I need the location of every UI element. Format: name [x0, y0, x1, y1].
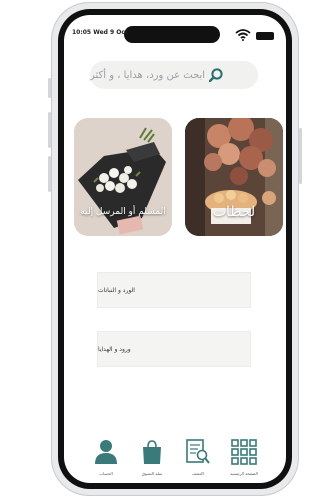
list-item-label: الورد و النباتات	[98, 286, 135, 294]
search-bar[interactable]: ابحث عن ورد، هدايا ، و أكثر	[90, 61, 258, 89]
list-item-roses-gifts[interactable]: ورود و الهدايا	[97, 331, 251, 367]
category-card-moments[interactable]: لحظات	[185, 118, 283, 236]
search-icon[interactable]	[209, 68, 223, 82]
nav-label: سلة التسوق	[141, 471, 163, 476]
app-screen: 10:05 Wed 9 Oct ابحث عن ورد، هدايا ، و أ…	[64, 15, 286, 483]
nav-item-account[interactable]: الحساب	[86, 439, 126, 479]
nav-item-discover[interactable]: اكتشف	[178, 439, 218, 479]
phone-side-button	[48, 78, 51, 98]
wifi-icon	[235, 26, 251, 45]
list-item-label: ورود و الهدايا	[98, 345, 131, 353]
nav-label: اكتشف	[192, 471, 204, 476]
grid-icon	[231, 439, 257, 469]
status-time: 10:05 Wed 9 Oct	[72, 29, 128, 36]
flower-bouquet-image	[74, 118, 172, 236]
nav-label: الحساب	[99, 471, 113, 476]
shopping-bag-icon	[139, 439, 165, 469]
search-input[interactable]: ابحث عن ورد، هدايا ، و أكثر	[90, 70, 205, 81]
list-item-flowers-plants[interactable]: الورد و النباتات	[97, 272, 251, 308]
nav-item-home[interactable]: الصفحة الرئيسية	[224, 439, 264, 479]
phone-side-button	[299, 128, 302, 184]
phone-side-button	[48, 156, 51, 192]
nav-item-cart[interactable]: سلة التسوق	[132, 439, 172, 479]
discover-icon	[185, 439, 211, 469]
battery-icon	[256, 31, 274, 40]
user-icon	[93, 439, 119, 469]
bottom-nav: الصفحة الرئيسية اكتشف سلة التسوق الحساب	[86, 439, 264, 479]
category-label: لحظات	[212, 204, 256, 220]
category-card-recipient[interactable]: المسلم أو المرسل إليه	[74, 118, 172, 236]
phone-side-button	[48, 112, 51, 148]
category-label: المسلم أو المرسل إليه	[80, 207, 166, 217]
dynamic-island	[124, 26, 220, 43]
status-icons	[235, 26, 274, 45]
nav-label: الصفحة الرئيسية	[230, 471, 258, 476]
